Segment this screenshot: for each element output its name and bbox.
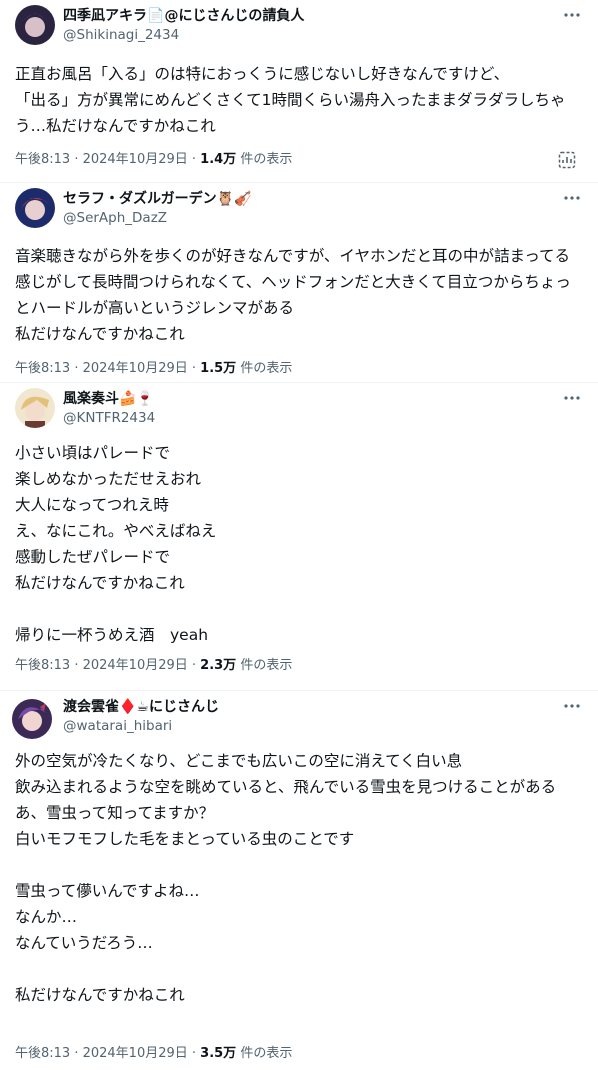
display-name[interactable]: 風楽奏斗🍰🍷: [63, 390, 154, 408]
tweet-meta: 午後8:13 · 2024年10月29日 · 1.5万 件の表示: [15, 360, 292, 378]
tweet-text: 外の空気が冷たくなり、どこまでも広いこの空に消えてく白い息 飲み込まれるような空…: [15, 752, 557, 1004]
badge-emoji: 📄: [147, 8, 165, 24]
views-label: 件の表示: [236, 1046, 293, 1061]
tweet-meta: 午後8:13 · 2024年10月29日 · 2.3万 件の表示: [15, 657, 292, 675]
avatar[interactable]: [12, 699, 52, 739]
views-label: 件の表示: [236, 658, 293, 673]
avatar-image: [15, 5, 55, 45]
tweet[interactable]: 四季凪アキラ📄@にじさんじの請負人 @Shikinagi_2434 正直お風呂「…: [0, 0, 598, 183]
tweet-text: 音楽聴きながら外を歩くのが好きなんですが、イヤホンだと耳の中が詰まってる感じがし…: [15, 247, 571, 343]
display-name[interactable]: 四季凪アキラ📄@にじさんじの請負人: [63, 7, 304, 25]
avatar-image: [12, 699, 52, 739]
username[interactable]: @watarai_hibari: [63, 717, 172, 735]
timestamp[interactable]: 午後8:13 · 2024年10月29日 ·: [15, 658, 200, 673]
avatar-image: [15, 188, 55, 228]
tweet-meta: 午後8:13 · 2024年10月29日 · 3.5万 件の表示: [15, 1045, 292, 1063]
timestamp[interactable]: 午後8:13 · 2024年10月29日 ·: [15, 1046, 200, 1061]
badge-emoji: 🦉🎻: [216, 191, 252, 207]
avatar[interactable]: [15, 188, 55, 228]
avatar[interactable]: [15, 388, 55, 428]
tweet-text: 小さい頃はパレードで 楽しめなかっただせえおれ 大人になってつれえ時 え、なにこ…: [15, 444, 217, 644]
more-options-icon[interactable]: [561, 6, 583, 24]
tweet[interactable]: 渡会雲雀♦️☕にじさんじ @watarai_hibari 外の空気が冷たくなり、…: [0, 691, 598, 1070]
avatar-image: [15, 388, 55, 428]
badge-emoji: ♦️☕: [119, 699, 149, 715]
more-options-icon[interactable]: [561, 697, 583, 715]
analytics-icon[interactable]: [558, 151, 576, 169]
username[interactable]: @KNTFR2434: [63, 409, 155, 427]
view-count: 3.5万: [200, 1046, 237, 1061]
more-options-icon[interactable]: [561, 389, 583, 407]
more-options-icon[interactable]: [561, 189, 583, 207]
timestamp[interactable]: 午後8:13 · 2024年10月29日 ·: [15, 361, 200, 376]
timestamp[interactable]: 午後8:13 · 2024年10月29日 ·: [15, 152, 200, 167]
tweet[interactable]: セラフ・ダズルガーデン🦉🎻 @SerAph_DazZ 音楽聴きながら外を歩くのが…: [0, 183, 598, 383]
tweet-text: 正直お風呂「入る」のは特におっくうに感じないし好きなんですけど、 「出る」方が異…: [15, 65, 566, 135]
display-name[interactable]: セラフ・ダズルガーデン🦉🎻: [63, 190, 251, 208]
username[interactable]: @Shikinagi_2434: [63, 26, 179, 44]
view-count: 1.4万: [200, 152, 237, 167]
username[interactable]: @SerAph_DazZ: [63, 209, 167, 227]
view-count: 1.5万: [200, 361, 237, 376]
tweet-meta: 午後8:13 · 2024年10月29日 · 1.4万 件の表示: [15, 151, 292, 169]
views-label: 件の表示: [236, 361, 293, 376]
avatar[interactable]: [15, 5, 55, 45]
tweet[interactable]: 風楽奏斗🍰🍷 @KNTFR2434 小さい頃はパレードで 楽しめなかっただせえお…: [0, 383, 598, 691]
views-label: 件の表示: [236, 152, 293, 167]
view-count: 2.3万: [200, 658, 237, 673]
badge-emoji: 🍰🍷: [119, 391, 154, 407]
display-name[interactable]: 渡会雲雀♦️☕にじさんじ: [63, 698, 219, 716]
